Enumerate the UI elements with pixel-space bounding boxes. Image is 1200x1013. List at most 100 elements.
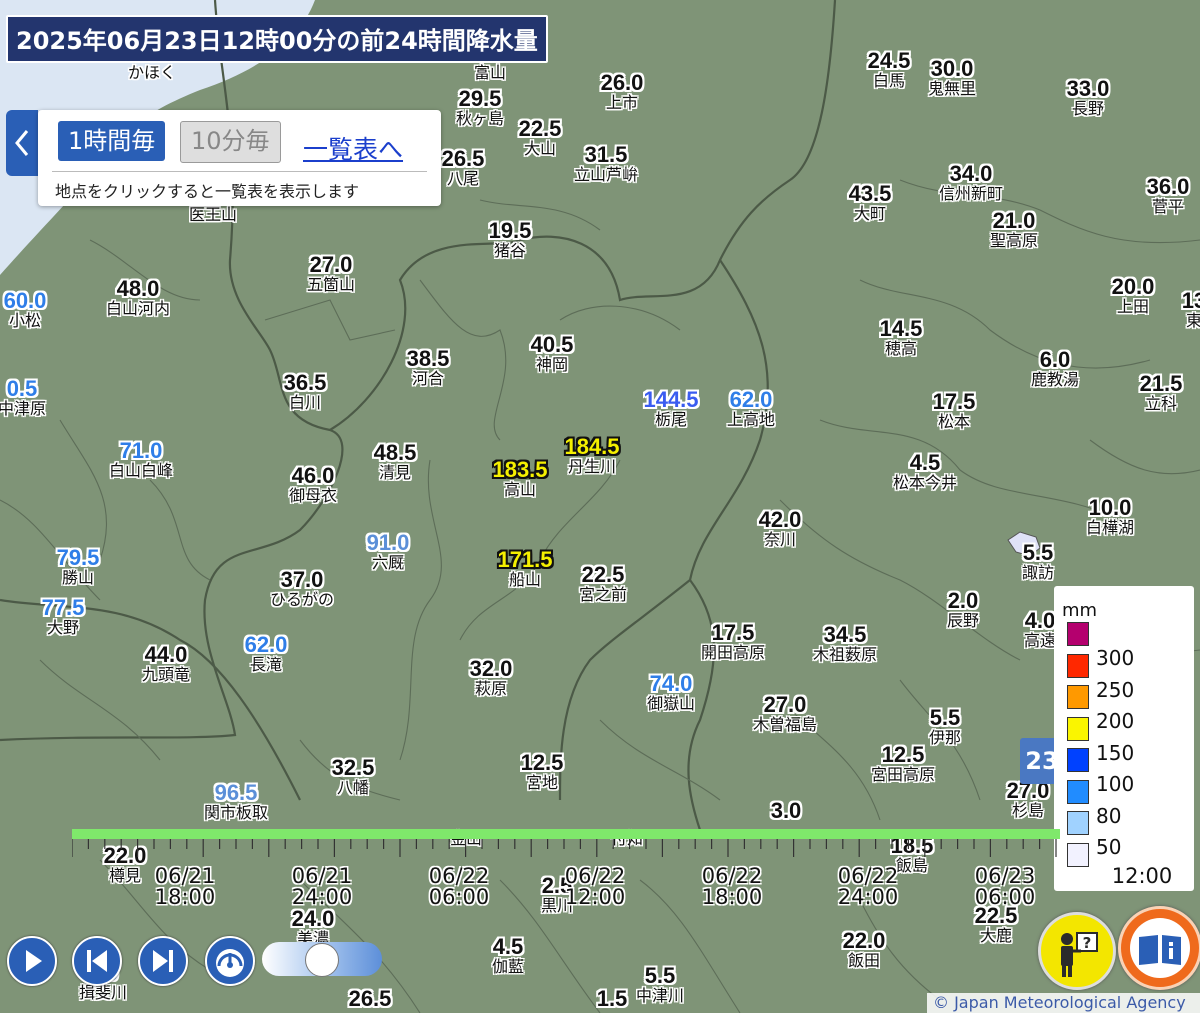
- station-marker[interactable]: 60.0 小松: [4, 290, 47, 329]
- station-marker[interactable]: 2.0 辰野: [947, 590, 979, 629]
- station-marker[interactable]: 77.5 大野: [42, 597, 85, 636]
- timeline-time: 24:00: [837, 885, 899, 909]
- station-marker[interactable]: 26.5 八尾: [442, 148, 485, 187]
- station-marker[interactable]: 38.5 河合: [407, 348, 450, 387]
- station-marker[interactable]: 46.0 御母衣: [289, 465, 337, 504]
- station-marker[interactable]: 32.5 八幡: [332, 757, 375, 796]
- station-marker[interactable]: 22.5 大鹿: [975, 905, 1018, 944]
- station-marker[interactable]: 12.5 宮田高原: [871, 744, 935, 783]
- hourly-button[interactable]: 1時間毎: [58, 121, 166, 161]
- station-name: 木祖薮原: [812, 645, 878, 664]
- station-marker[interactable]: 5.5 諏訪: [1022, 542, 1054, 581]
- station-marker[interactable]: 20.0 上田: [1112, 276, 1155, 315]
- station-marker[interactable]: 29.5 秋ヶ島: [456, 88, 504, 127]
- station-marker[interactable]: 14.5 穂高: [880, 318, 923, 357]
- timeline-bar[interactable]: [72, 829, 1060, 839]
- station-marker[interactable]: 3.0: [771, 800, 802, 822]
- station-marker[interactable]: 26.0 上市: [601, 72, 644, 111]
- station-marker[interactable]: 19.5 猪谷: [489, 220, 532, 259]
- station-marker[interactable]: 21.5 立科: [1140, 373, 1183, 412]
- station-value: 13: [1181, 288, 1200, 313]
- station-marker[interactable]: 21.0 聖高原: [990, 210, 1038, 249]
- station-marker[interactable]: 4.5 伽藍: [492, 936, 524, 975]
- station-marker[interactable]: 0.5 中津原: [0, 378, 46, 417]
- station-name: 聖高原: [989, 231, 1039, 250]
- station-marker[interactable]: 62.0 長滝: [245, 634, 288, 673]
- station-marker[interactable]: 5.5 伊那: [929, 707, 961, 746]
- station-marker[interactable]: 34.5 木祖薮原: [813, 624, 877, 663]
- station-marker[interactable]: 184.5 丹生川: [564, 436, 619, 475]
- station-marker[interactable]: 32.0 萩原: [470, 658, 513, 697]
- station-marker[interactable]: 42.0 奈川: [759, 509, 802, 548]
- station-marker[interactable]: 10.0 白樺湖: [1086, 497, 1134, 536]
- station-value: 46.0: [291, 463, 335, 488]
- speed-button[interactable]: [205, 936, 255, 986]
- station-marker[interactable]: 医王山: [189, 206, 237, 223]
- station-marker[interactable]: 71.0 白山白峰: [109, 440, 173, 479]
- info-button[interactable]: [1118, 906, 1200, 990]
- help-button[interactable]: ?: [1038, 912, 1116, 990]
- speed-slider-knob[interactable]: [305, 943, 339, 977]
- station-marker[interactable]: 5.5 中津川: [636, 965, 684, 1004]
- station-marker[interactable]: 183.5 高山: [492, 459, 547, 498]
- station-marker[interactable]: 17.5 開田高原: [701, 622, 765, 661]
- station-marker[interactable]: 26.5: [349, 988, 392, 1010]
- station-marker[interactable]: 48.0 白山河内: [106, 278, 170, 317]
- station-value: 34.5: [823, 622, 867, 647]
- station-marker[interactable]: 96.5 関市板取: [204, 782, 268, 821]
- station-marker[interactable]: 4.0 高遠: [1024, 610, 1056, 649]
- station-marker[interactable]: 12.5 宮地: [521, 752, 564, 791]
- legend-value: 150: [1096, 740, 1135, 765]
- station-name: 白山白峰: [108, 461, 174, 480]
- play-button[interactable]: [7, 936, 57, 986]
- station-marker[interactable]: 36.5 白川: [284, 372, 327, 411]
- station-marker[interactable]: 74.0 御嶽山: [647, 673, 695, 712]
- station-marker[interactable]: 30.0 鬼無里: [928, 58, 976, 97]
- station-marker[interactable]: 27.0 五箇山: [307, 254, 355, 293]
- station-marker[interactable]: 17.5 松本: [933, 391, 976, 430]
- station-marker[interactable]: 27.0 木曽福島: [753, 694, 817, 733]
- station-value: 20.0: [1111, 274, 1155, 299]
- collapse-panel-button[interactable]: [6, 110, 38, 176]
- station-value: 34.0: [949, 161, 993, 186]
- station-marker[interactable]: 6.0 鹿教湯: [1031, 349, 1079, 388]
- station-marker[interactable]: 37.0 ひるがの: [270, 569, 334, 608]
- station-name: 鹿教湯: [1030, 370, 1080, 389]
- legend-value: 50: [1096, 835, 1122, 859]
- station-marker[interactable]: 33.0 長野: [1067, 78, 1110, 117]
- station-marker[interactable]: 40.5 神岡: [531, 334, 574, 373]
- station-marker[interactable]: 24.5 白馬: [868, 50, 911, 89]
- station-marker[interactable]: 79.5 勝山: [57, 547, 100, 586]
- step-back-button[interactable]: [72, 936, 122, 986]
- station-name: 揖斐川: [78, 983, 128, 1002]
- station-marker[interactable]: 48.5 清見: [374, 442, 417, 481]
- station-marker[interactable]: 27.0 杉島: [1007, 780, 1050, 819]
- ten-minute-button[interactable]: 10分毎: [180, 121, 281, 163]
- list-table-link[interactable]: 一覧表へ: [303, 130, 403, 166]
- station-marker[interactable]: 34.0 信州新町: [939, 163, 1003, 202]
- legend-swatch: [1067, 779, 1089, 804]
- station-marker[interactable]: 44.0 九頭竜: [142, 644, 190, 683]
- step-forward-button[interactable]: [138, 936, 188, 986]
- station-marker[interactable]: 22.5 大山: [519, 118, 562, 157]
- legend-swatch: [1067, 748, 1089, 772]
- station-marker[interactable]: 91.0 六厩: [367, 532, 410, 571]
- station-value: 10.0: [1088, 495, 1132, 520]
- station-marker[interactable]: 22.5 宮之前: [579, 564, 627, 603]
- station-marker[interactable]: 43.5 大町: [849, 183, 892, 222]
- station-marker[interactable]: 171.5 船山: [497, 549, 552, 588]
- station-name: 中津川: [635, 986, 685, 1005]
- station-marker[interactable]: 62.0 上高地: [727, 389, 775, 428]
- station-marker[interactable]: 36.0 菅平: [1147, 176, 1190, 215]
- station-value: 62.0: [729, 387, 773, 412]
- station-marker[interactable]: 22.0 飯田: [843, 930, 886, 969]
- station-name: 医王山: [188, 205, 238, 224]
- station-marker[interactable]: 1.5: [597, 988, 628, 1010]
- page-title: 2025年06月23日12時00分の前24時間降水量: [6, 15, 548, 63]
- info-book-icon: [1130, 918, 1190, 978]
- timeline-date: 06/21: [154, 864, 216, 888]
- station-marker[interactable]: 144.5 栃尾: [643, 389, 698, 428]
- station-marker[interactable]: 31.5 立山芦峅: [574, 144, 638, 183]
- station-marker[interactable]: 13東: [1182, 290, 1200, 329]
- station-marker[interactable]: 4.5 松本今井: [893, 452, 957, 491]
